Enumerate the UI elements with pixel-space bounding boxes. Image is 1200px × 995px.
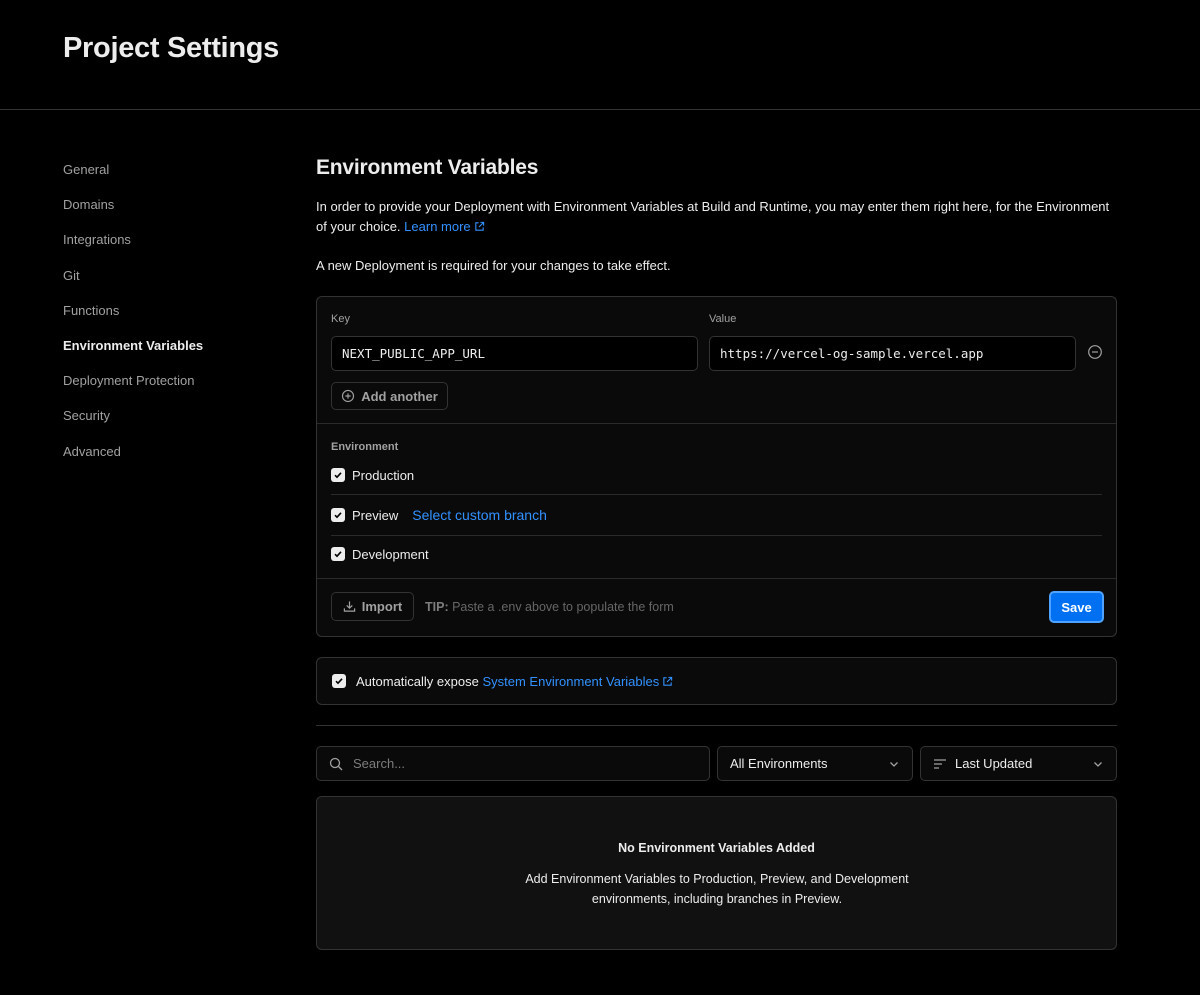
import-button[interactable]: Import [331, 592, 414, 621]
production-checkbox[interactable] [331, 468, 345, 482]
sidebar-item-security[interactable]: Security [63, 406, 283, 441]
chevron-down-icon [1094, 761, 1102, 767]
key-label: Key [331, 313, 350, 325]
select-custom-branch-link[interactable]: Select custom branch [412, 507, 547, 523]
checkmark-icon [335, 678, 343, 685]
preview-label: Preview [352, 507, 399, 523]
divider [317, 423, 1116, 424]
tip-prefix: TIP: [425, 600, 449, 614]
empty-state-title: No Environment Variables Added [618, 841, 815, 855]
environment-filter-value: All Environments [730, 756, 828, 771]
env-option-production: Production [331, 465, 414, 485]
environment-label: Environment [331, 441, 399, 453]
sort-select[interactable]: Last Updated [920, 746, 1117, 781]
env-option-development: Development [331, 544, 429, 564]
development-label: Development [352, 546, 429, 562]
env-var-form-card: Key Value Add another Environment Produc… [316, 296, 1117, 637]
development-checkbox[interactable] [331, 547, 345, 561]
sidebar-item-git[interactable]: Git [63, 266, 283, 301]
search-input[interactable] [353, 756, 693, 771]
checkmark-icon [334, 512, 342, 519]
system-env-vars-label: System Environment Variables [482, 673, 660, 689]
section-title: Environment Variables [316, 156, 539, 179]
empty-state-card: No Environment Variables Added Add Envir… [316, 796, 1117, 950]
sidebar-item-deployment-protection[interactable]: Deployment Protection [63, 371, 283, 406]
chevron-down-icon [890, 761, 898, 767]
empty-state-description: Add Environment Variables to Production,… [525, 872, 909, 906]
auto-expose-label: Automatically expose [356, 673, 479, 689]
sort-value: Last Updated [955, 756, 1033, 771]
system-env-vars-link[interactable]: System Environment Variables [482, 674, 673, 689]
search-icon [329, 757, 343, 770]
import-tip: TIP: Paste a .env above to populate the … [425, 600, 674, 614]
sidebar-item-environment-variables[interactable]: Environment Variables [63, 336, 283, 371]
page-title: Project Settings [63, 32, 279, 64]
sidebar-item-integrations[interactable]: Integrations [63, 230, 283, 265]
sidebar-item-general[interactable]: General [63, 160, 283, 195]
save-button[interactable]: Save [1049, 591, 1104, 623]
system-env-vars-card: Automatically expose System Environment … [316, 657, 1117, 705]
checkmark-icon [334, 551, 342, 558]
sort-lines-icon [934, 758, 946, 769]
section-description: In order to provide your Deployment with… [316, 197, 1118, 237]
production-label: Production [352, 467, 415, 483]
import-label: Import [361, 599, 403, 614]
add-another-button[interactable]: Add another [331, 382, 448, 410]
sidebar-item-advanced[interactable]: Advanced [63, 442, 283, 477]
environment-filter-select[interactable]: All Environments [717, 746, 913, 781]
sidebar-item-domains[interactable]: Domains [63, 195, 283, 230]
deployment-note: A new Deployment is required for your ch… [316, 258, 671, 273]
learn-more-label: Learn more [404, 219, 471, 234]
settings-sidebar: General Domains Integrations Git Functio… [63, 160, 283, 477]
auto-expose-checkbox[interactable] [332, 674, 346, 688]
divider [317, 578, 1116, 579]
auto-expose-text: Automatically expose System Environment … [356, 674, 673, 689]
download-icon [343, 601, 355, 612]
section-divider [316, 725, 1117, 726]
value-label: Value [709, 313, 737, 325]
divider [331, 535, 1102, 536]
remove-row-icon[interactable] [1087, 344, 1103, 360]
divider [331, 494, 1102, 495]
checkmark-icon [334, 472, 342, 479]
add-another-label: Add another [361, 388, 438, 404]
plus-circle-icon [342, 389, 355, 403]
tip-text: Paste a .env above to populate the form [452, 600, 674, 614]
value-input[interactable] [709, 336, 1076, 371]
learn-more-link[interactable]: Learn more [404, 219, 484, 234]
env-option-preview: Preview Select custom branch [331, 505, 547, 525]
sidebar-item-functions[interactable]: Functions [63, 301, 283, 336]
preview-checkbox[interactable] [331, 508, 345, 522]
key-input[interactable] [331, 336, 698, 371]
external-link-icon [474, 221, 484, 231]
page-header: Project Settings [0, 0, 1200, 110]
external-link-icon [663, 676, 673, 686]
search-box [316, 746, 710, 781]
